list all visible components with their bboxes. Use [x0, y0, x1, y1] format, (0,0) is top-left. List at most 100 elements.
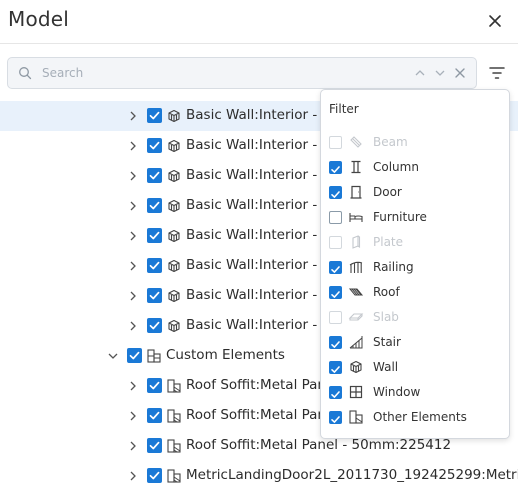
- visibility-checkbox[interactable]: [147, 198, 162, 213]
- filter-option-slab: Slab: [321, 305, 509, 330]
- filter-option-label: Railing: [373, 260, 414, 274]
- close-icon: [489, 15, 501, 27]
- filter-checkbox[interactable]: [329, 286, 342, 299]
- expand-chevron-icon[interactable]: [126, 199, 140, 213]
- expand-chevron-icon[interactable]: [126, 409, 140, 423]
- filter-checkbox[interactable]: [329, 386, 342, 399]
- visibility-checkbox[interactable]: [147, 378, 162, 393]
- plate-icon: [352, 235, 361, 249]
- visibility-checkbox[interactable]: [147, 228, 162, 243]
- filter-button[interactable]: [486, 62, 508, 84]
- filter-option-roof[interactable]: Roof: [321, 280, 509, 305]
- filter-checkbox[interactable]: [329, 411, 342, 424]
- filter-checkbox[interactable]: [329, 336, 342, 349]
- generic-element-icon: [167, 439, 181, 453]
- expand-chevron-icon[interactable]: [126, 319, 140, 333]
- close-button[interactable]: [482, 8, 508, 34]
- wall-icon: [168, 109, 180, 123]
- filter-checkbox[interactable]: [329, 211, 342, 224]
- filter-option-label: Other Elements: [373, 410, 467, 424]
- visibility-checkbox[interactable]: [147, 318, 162, 333]
- expand-chevron-icon[interactable]: [126, 139, 140, 153]
- filter-option-wall[interactable]: Wall: [321, 355, 509, 380]
- generic-element-icon: [167, 379, 181, 393]
- expand-chevron-icon[interactable]: [126, 469, 140, 483]
- previous-result-button[interactable]: [413, 66, 427, 80]
- panel-header: Model: [0, 0, 518, 44]
- visibility-checkbox[interactable]: [147, 168, 162, 183]
- other-elements-icon: [349, 410, 363, 424]
- tree-row-label: Basic Wall:Interior - 1: [186, 287, 331, 303]
- tree-row-label: Basic Wall:Interior - 1: [186, 227, 331, 243]
- search-bar: [7, 57, 477, 89]
- filter-option-stair[interactable]: Stair: [321, 330, 509, 355]
- wall-icon: [168, 289, 180, 303]
- clear-search-button[interactable]: [453, 66, 467, 80]
- filter-checkbox: [329, 311, 342, 324]
- search-input[interactable]: [42, 58, 402, 88]
- filter-option-label: Plate: [373, 235, 404, 249]
- roof-icon: [348, 288, 364, 296]
- visibility-checkbox[interactable]: [147, 258, 162, 273]
- generic-element-icon: [167, 409, 181, 423]
- wall-icon: [168, 319, 180, 333]
- wall-icon: [350, 360, 362, 374]
- filter-option-window[interactable]: Window: [321, 380, 509, 405]
- filter-popup: Filter Beam Column Door Furniture Plate Raili…: [320, 89, 510, 439]
- slab-icon: [348, 313, 364, 321]
- filter-option-label: Column: [373, 160, 419, 174]
- visibility-checkbox[interactable]: [147, 138, 162, 153]
- visibility-checkbox[interactable]: [127, 348, 142, 363]
- furniture-icon: [349, 213, 363, 222]
- filter-option-label: Window: [373, 385, 421, 399]
- filter-option-furniture[interactable]: Furniture: [321, 205, 509, 230]
- visibility-checkbox[interactable]: [147, 288, 162, 303]
- stair-icon: [349, 336, 363, 349]
- generic-element-icon: [167, 469, 181, 483]
- model-panel: Model Basic Wall:Interior - 1 Basic Wall:…: [0, 0, 518, 487]
- filter-option-label: Beam: [373, 135, 408, 149]
- custom-elements-icon: [147, 349, 161, 363]
- filter-option-beam: Beam: [321, 130, 509, 155]
- tree-row-label: Basic Wall:Interior - 1: [186, 317, 331, 333]
- tree-row[interactable]: MetricLandingDoor2L_2011730_192425299:Me…: [0, 461, 518, 487]
- search-icon: [19, 67, 32, 80]
- filter-checkbox[interactable]: [329, 186, 342, 199]
- visibility-checkbox[interactable]: [147, 468, 162, 483]
- tree-row-label: Custom Elements: [166, 347, 285, 363]
- expand-chevron-icon[interactable]: [126, 169, 140, 183]
- expand-chevron-icon[interactable]: [126, 289, 140, 303]
- column-icon: [351, 160, 361, 174]
- door-icon: [350, 185, 362, 199]
- tree-row-label: Basic Wall:Interior - 1: [186, 167, 331, 183]
- expand-chevron-icon[interactable]: [126, 229, 140, 243]
- filter-option-label: Door: [373, 185, 402, 199]
- filter-option-label: Wall: [373, 360, 399, 374]
- filter-checkbox[interactable]: [329, 261, 342, 274]
- filter-checkbox[interactable]: [329, 361, 342, 374]
- filter-option-other-elements[interactable]: Other Elements: [321, 405, 509, 430]
- tree-row-label: Roof Soffit:Metal Panel - 50mm:225412: [186, 437, 452, 453]
- next-result-button[interactable]: [433, 66, 447, 80]
- wall-icon: [168, 139, 180, 153]
- filter-option-column[interactable]: Column: [321, 155, 509, 180]
- window-icon: [349, 385, 363, 399]
- panel-title: Model: [8, 7, 70, 31]
- filter-checkbox[interactable]: [329, 161, 342, 174]
- filter-option-railing[interactable]: Railing: [321, 255, 509, 280]
- tree-row-label: Basic Wall:Interior - 1: [186, 197, 331, 213]
- filter-option-door[interactable]: Door: [321, 180, 509, 205]
- tree-row-label: Roof Soffit:Metal Pan: [186, 407, 326, 423]
- visibility-checkbox[interactable]: [147, 108, 162, 123]
- filter-option-label: Slab: [373, 310, 399, 324]
- visibility-checkbox[interactable]: [147, 438, 162, 453]
- filter-checkbox: [329, 136, 342, 149]
- collapse-chevron-icon[interactable]: [106, 349, 120, 363]
- filter-option-label: Furniture: [373, 210, 427, 224]
- expand-chevron-icon[interactable]: [126, 379, 140, 393]
- visibility-checkbox[interactable]: [147, 408, 162, 423]
- expand-chevron-icon[interactable]: [126, 109, 140, 123]
- filter-option-label: Roof: [373, 285, 400, 299]
- expand-chevron-icon[interactable]: [126, 439, 140, 453]
- expand-chevron-icon[interactable]: [126, 259, 140, 273]
